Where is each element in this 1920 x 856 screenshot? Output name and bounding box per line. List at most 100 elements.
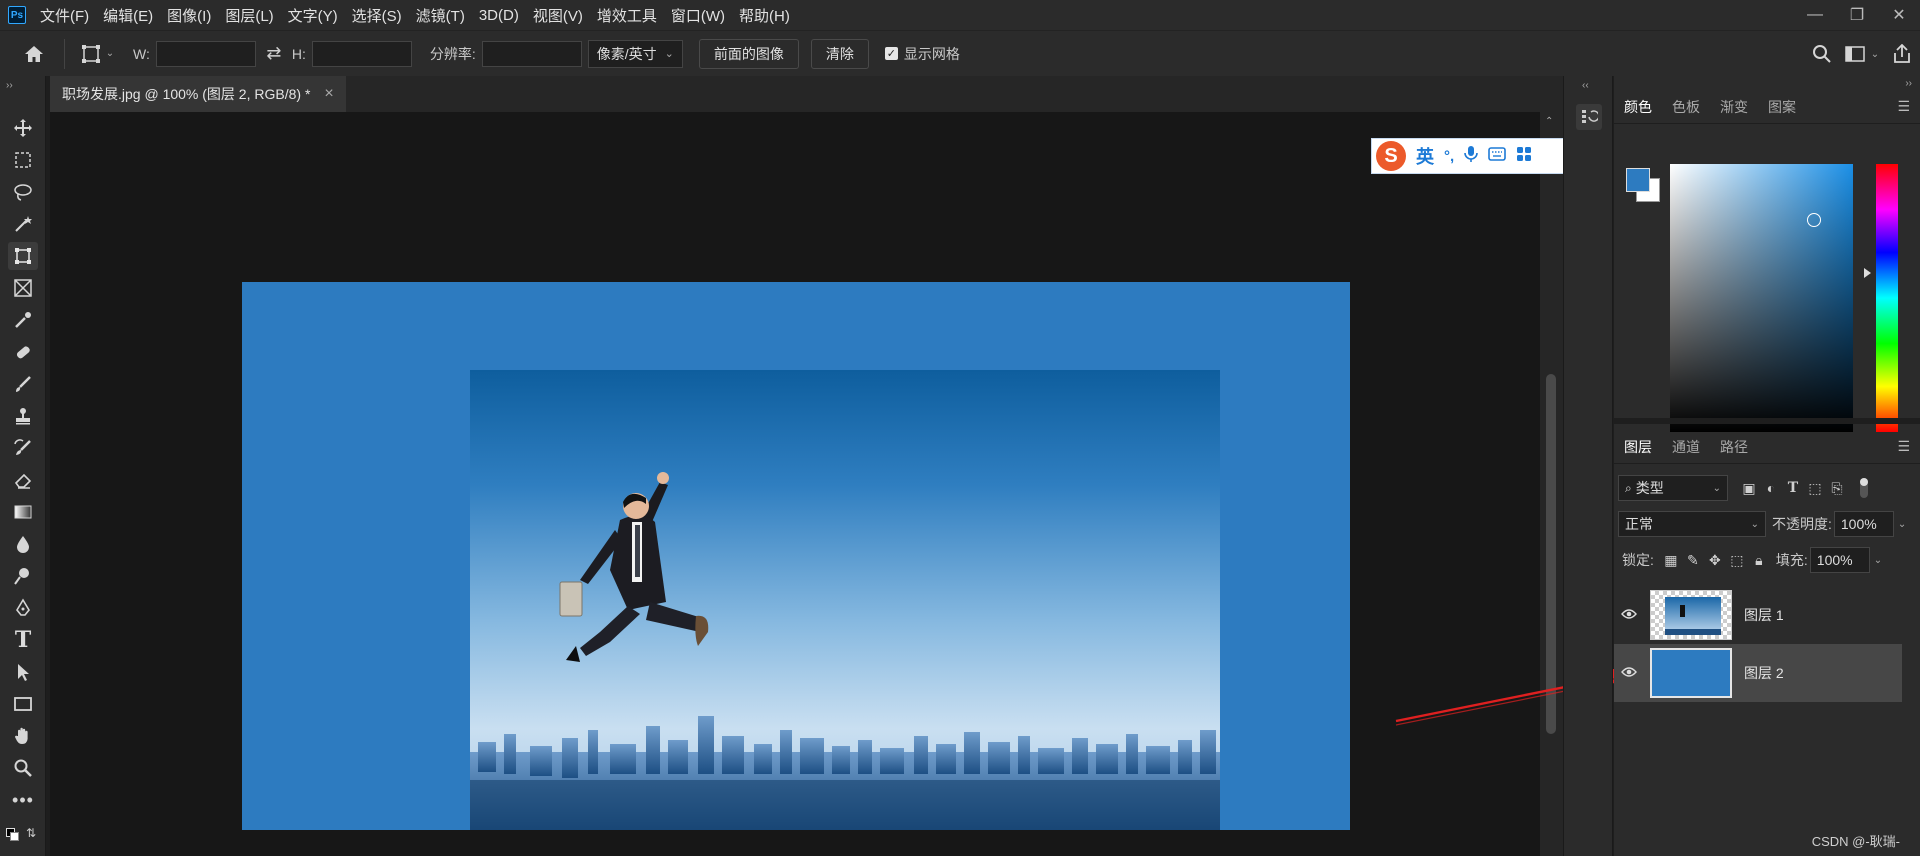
restore-button[interactable]: ❐ <box>1836 0 1878 30</box>
zoom-tool-icon[interactable] <box>8 754 38 782</box>
lock-position-icon[interactable]: ✥ <box>1704 552 1726 569</box>
layer-name[interactable]: 图层 1 <box>1744 605 1784 625</box>
minimize-button[interactable]: — <box>1794 0 1836 30</box>
document-tab[interactable]: 职场发展.jpg @ 100% (图层 2, RGB/8) * × <box>50 76 346 112</box>
ime-punctuation-toggle[interactable]: °, <box>1444 148 1454 165</box>
shape-layer-filter-icon[interactable]: ⬚ <box>1804 480 1826 497</box>
menu-file[interactable]: 文件(F) <box>40 5 89 26</box>
menu-plugins[interactable]: 增效工具 <box>597 5 657 26</box>
tab-layers[interactable]: 图层 <box>1624 437 1652 457</box>
show-grid-checkbox[interactable]: ✓ <box>884 47 898 60</box>
clone-stamp-tool-icon[interactable] <box>8 402 38 430</box>
home-icon[interactable] <box>16 36 52 72</box>
ime-language-toggle[interactable]: 英 <box>1416 143 1434 169</box>
rectangle-tool-icon[interactable] <box>8 690 38 718</box>
lock-label: 锁定: <box>1622 552 1654 568</box>
keyboard-icon[interactable] <box>1488 147 1506 165</box>
marquee-tool-icon[interactable] <box>8 146 38 174</box>
layer-filter-select[interactable]: ⌕ 类型 ⌄ <box>1618 475 1728 501</box>
filter-toggle-icon[interactable] <box>1860 478 1868 498</box>
close-tab-icon[interactable]: × <box>324 85 333 103</box>
history-panel-icon[interactable] <box>1576 104 1602 130</box>
pen-tool-icon[interactable] <box>8 594 38 622</box>
menu-help[interactable]: 帮助(H) <box>739 5 790 26</box>
clear-button[interactable]: 清除 <box>810 38 869 69</box>
panel-menu-icon[interactable]: ☰ <box>1897 438 1910 455</box>
pixel-layer-filter-icon[interactable]: ▣ <box>1738 480 1760 497</box>
collapsed-panel-strip: ‹‹ <box>1563 76 1613 856</box>
crop-tool-preset-icon[interactable]: ⌄ <box>79 39 115 69</box>
brush-tool-icon[interactable] <box>8 370 38 398</box>
fill-input[interactable]: 100% <box>1809 547 1870 573</box>
eyedropper-tool-icon[interactable] <box>8 306 38 334</box>
lock-image-pixels-icon[interactable]: ✎ <box>1682 552 1704 569</box>
chevron-down-icon[interactable]: ⌄ <box>1874 555 1882 566</box>
swap-colors-icon[interactable]: ⇅ <box>26 826 36 840</box>
expand-panels-icon[interactable]: ‹‹ <box>1582 80 1589 91</box>
resolution-input[interactable] <box>481 40 582 67</box>
opacity-input[interactable]: 100% <box>1833 511 1894 537</box>
share-icon[interactable] <box>1884 44 1920 64</box>
collapse-toolbar-icon[interactable]: ›› <box>6 80 13 91</box>
color-field[interactable] <box>1670 164 1853 432</box>
smart-object-filter-icon[interactable]: ⎘ <box>1826 480 1848 497</box>
color-field-cursor[interactable] <box>1807 213 1821 227</box>
ime-toolbar[interactable]: S 英 °, <box>1371 138 1564 174</box>
lock-all-icon[interactable]: 🔒︎ <box>1748 552 1770 569</box>
visibility-eye-icon[interactable] <box>1614 665 1644 681</box>
lock-transparent-pixels-icon[interactable]: ▦ <box>1660 552 1682 569</box>
menu-select[interactable]: 选择(S) <box>352 5 402 26</box>
more-tools-icon[interactable]: ••• <box>8 786 38 814</box>
layer-row[interactable]: 图层 1 <box>1614 586 1902 644</box>
foreground-color-swatch[interactable] <box>1626 168 1650 192</box>
layer-name[interactable]: 图层 2 <box>1744 663 1784 683</box>
eraser-tool-icon[interactable] <box>8 466 38 494</box>
canvas-vertical-scrollbar[interactable]: ⌃ <box>1540 112 1563 856</box>
default-colors-icon[interactable] <box>6 828 20 842</box>
adjustment-layer-filter-icon[interactable]: ◐ <box>1760 480 1782 496</box>
menu-edit[interactable]: 编辑(E) <box>103 5 153 26</box>
visibility-eye-icon[interactable] <box>1614 607 1644 623</box>
height-input[interactable] <box>311 40 412 67</box>
menu-view[interactable]: 视图(V) <box>533 5 583 26</box>
gradient-tool-icon[interactable] <box>8 498 38 526</box>
chevron-down-icon[interactable]: ⌄ <box>1898 519 1906 530</box>
menu-filter[interactable]: 滤镜(T) <box>416 5 465 26</box>
crop-tool-icon[interactable] <box>8 242 38 270</box>
lasso-tool-icon[interactable] <box>8 178 38 206</box>
type-tool-icon[interactable]: T <box>8 626 38 654</box>
swap-icon[interactable]: ⇄ <box>256 43 292 64</box>
unit-select[interactable]: 像素/英寸 ⌄ <box>587 39 683 68</box>
tab-channels[interactable]: 通道 <box>1672 437 1700 457</box>
menu-3d[interactable]: 3D(D) <box>479 7 519 24</box>
menu-image[interactable]: 图像(I) <box>167 5 211 26</box>
workspace-icon[interactable]: ⌄ <box>1840 46 1884 62</box>
menu-layer[interactable]: 图层(L) <box>225 5 273 26</box>
blend-mode-select[interactable]: 正常 ⌄ <box>1618 511 1766 537</box>
dodge-tool-icon[interactable] <box>8 562 38 590</box>
layer-row-selected[interactable]: 图层 2 <box>1614 644 1902 702</box>
front-image-button[interactable]: 前面的图像 <box>698 38 799 69</box>
scroll-up-icon[interactable]: ⌃ <box>1545 116 1553 127</box>
menu-type[interactable]: 文字(Y) <box>288 5 338 26</box>
frame-tool-icon[interactable] <box>8 274 38 302</box>
apps-icon[interactable] <box>1516 146 1532 166</box>
microphone-icon[interactable] <box>1464 145 1478 167</box>
close-window-button[interactable]: ✕ <box>1878 0 1920 30</box>
collapse-panels-icon[interactable]: ›› <box>1905 78 1912 89</box>
menu-window[interactable]: 窗口(W) <box>671 5 725 26</box>
lock-artboard-icon[interactable]: ⬚ <box>1726 552 1748 569</box>
search-icon[interactable] <box>1804 44 1840 64</box>
history-brush-tool-icon[interactable] <box>8 434 38 462</box>
blur-tool-icon[interactable] <box>8 530 38 558</box>
type-layer-filter-icon[interactable]: T <box>1782 480 1804 496</box>
width-input[interactable] <box>155 40 256 67</box>
healing-brush-tool-icon[interactable] <box>8 338 38 366</box>
tab-paths[interactable]: 路径 <box>1720 437 1748 457</box>
hue-slider-marker[interactable] <box>1864 268 1871 278</box>
path-selection-tool-icon[interactable] <box>8 658 38 686</box>
hue-slider[interactable] <box>1876 164 1898 432</box>
hand-tool-icon[interactable] <box>8 722 38 750</box>
move-tool-icon[interactable] <box>8 114 38 142</box>
magic-wand-tool-icon[interactable] <box>8 210 38 238</box>
